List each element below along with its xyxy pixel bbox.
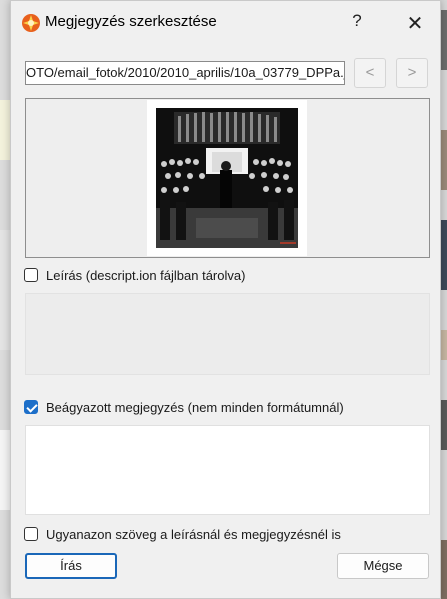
description-checkbox-row[interactable]: Leírás (descript.ion fájlban tárolva) [24, 265, 245, 285]
same-text-checkbox-label: Ugyanazon szöveg a leírásnál és megjegyz… [46, 526, 341, 542]
embedded-comment-checkbox-row[interactable]: Beágyazott megjegyzés (nem minden formát… [24, 397, 344, 417]
cancel-button[interactable]: Mégse [337, 553, 429, 579]
same-text-checkbox-row[interactable]: Ugyanazon szöveg a leírásnál és megjegyz… [24, 524, 341, 544]
image-preview-area [25, 98, 430, 258]
chevron-right-icon: > [407, 64, 417, 81]
description-textarea[interactable] [25, 293, 430, 375]
help-button[interactable]: ? [347, 11, 367, 33]
description-checkbox[interactable] [24, 268, 38, 282]
edit-comment-dialog: Megjegyzés szerkesztése ? ✕ OTO/email_fo… [10, 0, 441, 599]
next-file-button[interactable]: > [396, 58, 428, 88]
image-thumbnail [147, 100, 307, 256]
dialog-title: Megjegyzés szerkesztése [45, 13, 217, 30]
same-text-checkbox[interactable] [24, 527, 38, 541]
chevron-left-icon: < [365, 64, 375, 81]
embedded-comment-textarea[interactable] [25, 425, 430, 515]
write-button[interactable]: Írás [25, 553, 117, 579]
embedded-comment-checkbox-label: Beágyazott megjegyzés (nem minden formát… [46, 399, 344, 415]
close-button[interactable]: ✕ [404, 11, 426, 35]
previous-file-button[interactable]: < [354, 58, 386, 88]
file-path-field[interactable]: OTO/email_fotok/2010/2010_aprilis/10a_03… [25, 61, 345, 85]
embedded-comment-checkbox[interactable] [24, 400, 38, 414]
xnview-app-icon [21, 13, 41, 33]
title-bar: Megjegyzés szerkesztése ? ✕ [11, 1, 440, 43]
description-checkbox-label: Leírás (descript.ion fájlban tárolva) [46, 267, 246, 283]
